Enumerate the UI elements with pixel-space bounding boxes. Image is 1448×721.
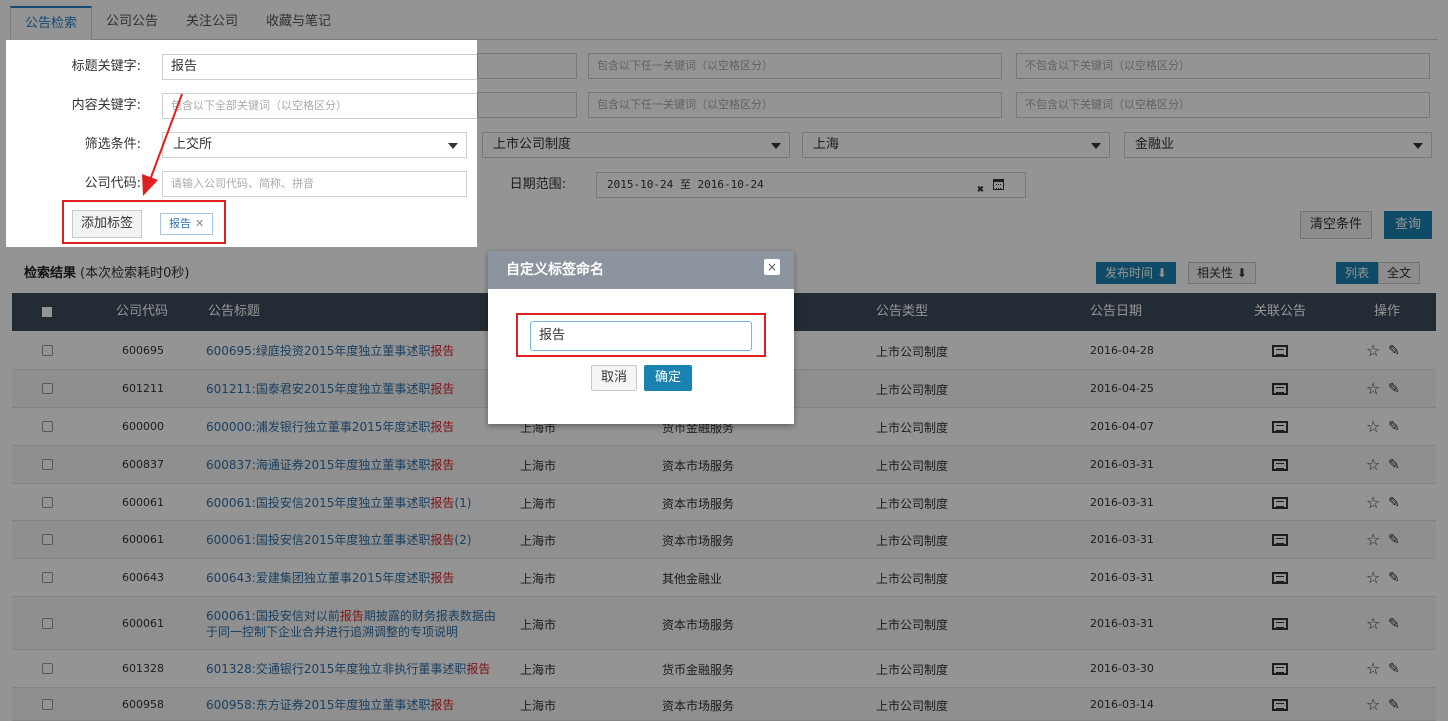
chevron-down-icon bbox=[448, 143, 458, 149]
filter-label: 筛选条件: bbox=[84, 137, 141, 152]
dialog-header: 自定义标签命名 × bbox=[488, 251, 794, 289]
content-keyword-label: 内容关键字: bbox=[71, 98, 141, 113]
title-keyword-label: 标题关键字: bbox=[71, 59, 141, 74]
confirm-button[interactable]: 确定 bbox=[644, 365, 692, 391]
dialog-input-callout bbox=[516, 313, 766, 357]
company-code-label: 公司代码: bbox=[84, 176, 141, 191]
title-keyword-input[interactable]: 报告 bbox=[162, 54, 477, 80]
dialog-title: 自定义标签命名 bbox=[506, 262, 604, 278]
tag-area-callout bbox=[62, 200, 226, 244]
exchange-select[interactable]: 上交所 bbox=[162, 132, 467, 158]
exchange-select-value: 上交所 bbox=[173, 137, 213, 152]
company-code-input[interactable]: 请输入公司代码、简称、拼音 bbox=[162, 171, 467, 197]
cancel-button[interactable]: 取消 bbox=[591, 365, 637, 391]
close-icon[interactable]: × bbox=[764, 259, 780, 275]
content-all-input[interactable]: 包含以下全部关键词（以空格区分） bbox=[162, 93, 477, 119]
